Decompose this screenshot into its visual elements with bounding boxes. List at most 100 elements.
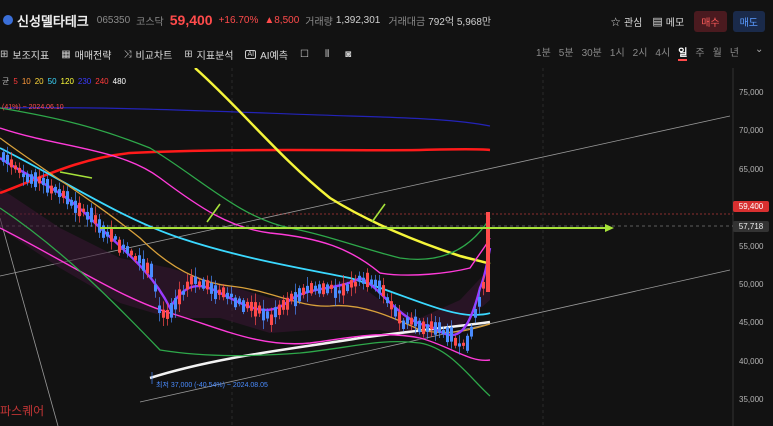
candle-body	[278, 304, 281, 315]
period-0[interactable]: 1분	[536, 44, 551, 61]
candle-body	[226, 292, 229, 299]
candle-body	[142, 258, 145, 271]
candle-body	[302, 287, 305, 295]
candle-body	[14, 165, 17, 170]
tool-ai-label: AI예측	[260, 50, 288, 62]
candle-body	[414, 316, 417, 327]
strategy-icon: ▦	[61, 48, 71, 60]
candle-body	[346, 284, 349, 292]
square-tool-button[interactable]: ☐	[300, 49, 313, 60]
candle-body	[178, 289, 181, 305]
ma-legend-item[interactable]: 50	[48, 77, 57, 86]
candle-body	[390, 301, 393, 310]
price-tick-label: 35,000	[739, 395, 764, 404]
candle-body	[326, 284, 329, 294]
sell-button[interactable]: 매도	[732, 11, 765, 32]
candle-body	[294, 292, 297, 307]
ma-legend-item[interactable]: 480	[113, 77, 126, 86]
ma-legend-item[interactable]: 10	[22, 77, 31, 86]
candle-body	[394, 307, 397, 317]
candle-body	[318, 284, 321, 294]
ma-legend-item[interactable]: 20	[35, 77, 44, 86]
candle-body	[338, 290, 341, 294]
analysis-icon: ⊞	[184, 48, 193, 60]
price-tick-label: 75,000	[739, 88, 764, 97]
ma-legend-item[interactable]: 240	[95, 77, 108, 86]
candle-body	[238, 298, 241, 305]
change-amount: ▲8,500	[264, 14, 300, 26]
candle-body	[262, 308, 265, 321]
indicator-icon: ⊞	[0, 48, 9, 60]
ma-legend-item[interactable]: 230	[78, 77, 91, 86]
candle-body	[122, 244, 125, 249]
candle-body	[90, 207, 93, 223]
candle-body	[2, 152, 5, 162]
ma-legend: 균 5 10 20 50 120 230 240 480	[2, 76, 130, 87]
candle-body	[458, 343, 461, 347]
high-note: (41%) ~ 2024.06.10	[2, 104, 64, 111]
memo-icon: ▤	[652, 16, 663, 28]
candle-body	[418, 320, 421, 333]
period-4[interactable]: 2시	[633, 44, 648, 61]
stock-name[interactable]: 신성델타테크	[17, 11, 89, 30]
candle-body	[474, 309, 477, 318]
ma-legend-item[interactable]: 120	[61, 77, 74, 86]
candle-body	[110, 228, 113, 242]
candle-body	[218, 289, 221, 295]
candle-body	[402, 320, 405, 329]
tool-compare[interactable]: ⤨ 비교차트	[123, 47, 172, 62]
candle-body	[270, 314, 273, 325]
candle-body	[322, 283, 325, 295]
stock-market: 코스닥	[136, 16, 164, 28]
candle-body	[126, 246, 129, 254]
candle-body	[470, 326, 473, 337]
arrow-down-left-icon	[206, 203, 221, 223]
candle-body	[50, 185, 53, 194]
stock-code: 065350	[96, 14, 131, 26]
watchlist-button[interactable]: ☆ 관심	[610, 14, 643, 30]
candle-body	[430, 321, 433, 330]
period-more-chevron-icon[interactable]: ⌄	[755, 44, 763, 55]
candle-body	[190, 276, 193, 285]
period-8[interactable]: 월	[713, 44, 722, 61]
tool-analysis[interactable]: ⊞ 지표분석	[184, 47, 233, 62]
candle-body	[434, 322, 437, 335]
period-6[interactable]: 일	[678, 44, 688, 61]
trendline-upper	[0, 115, 731, 277]
change-percent: +16.70%	[218, 14, 259, 26]
tool-ai[interactable]: AI AI예측	[245, 47, 288, 62]
period-7[interactable]: 주	[695, 44, 704, 61]
stock-logo-icon	[3, 15, 13, 25]
buy-button[interactable]: 매수	[694, 11, 727, 32]
candle-body	[54, 186, 57, 193]
tool-strategy[interactable]: ▦ 매매전략	[61, 47, 111, 62]
watermark: 파스퀘어	[0, 404, 45, 418]
candle-body	[426, 324, 429, 332]
tool-analysis-label: 지표분석	[196, 50, 234, 62]
candle-body	[138, 255, 141, 264]
tool-indicator[interactable]: ⊞ 보조지표	[0, 47, 49, 62]
candle-body	[442, 330, 445, 335]
period-1[interactable]: 5분	[559, 44, 574, 61]
candle-body	[22, 173, 25, 178]
period-2[interactable]: 30분	[582, 44, 602, 61]
period-5[interactable]: 4시	[655, 44, 670, 61]
period-9[interactable]: 년	[730, 44, 739, 61]
candle-body	[174, 298, 177, 310]
candle-body	[42, 177, 45, 186]
ma-legend-item[interactable]: 5	[13, 77, 17, 86]
memo-button[interactable]: ▤ 메모	[652, 14, 684, 29]
candle-body	[310, 283, 313, 294]
tool-strategy-label: 매매전략	[74, 50, 112, 62]
camera-tool-button[interactable]: ◙	[345, 49, 355, 60]
star-icon: ☆	[610, 14, 621, 29]
candle-body	[266, 311, 269, 319]
watchlist-label: 관심	[623, 18, 643, 29]
price-tick-label: 65,000	[739, 165, 764, 174]
candle-body	[246, 301, 249, 309]
candle-body	[94, 215, 97, 224]
period-3[interactable]: 1시	[610, 44, 625, 61]
price-chart[interactable]	[0, 68, 773, 426]
candle-tool-button[interactable]: ⫴	[325, 49, 333, 60]
candle-body	[86, 211, 89, 220]
